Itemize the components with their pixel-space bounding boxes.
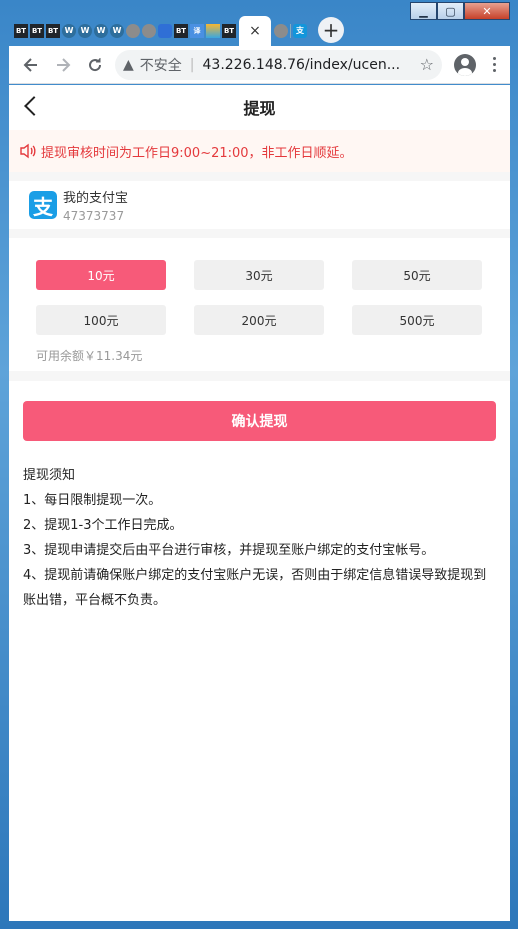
rules-heading: 提现须知 <box>23 468 76 483</box>
speaker-icon <box>20 143 36 159</box>
security-label: 不安全 <box>139 57 182 74</box>
wordpress-favicon-icon: W <box>94 24 108 38</box>
amount-option-100[interactable]: 100元 <box>36 305 166 335</box>
bt-favicon-icon: BT <box>174 24 188 38</box>
section-divider <box>9 229 510 238</box>
back-chevron-icon[interactable] <box>21 95 43 119</box>
tab[interactable]: BT <box>173 20 189 42</box>
close-tab-icon[interactable]: × <box>249 23 261 39</box>
translate-favicon-icon: 译 <box>190 24 204 38</box>
page-header: 提现 <box>9 85 510 129</box>
globe-favicon-icon <box>126 24 140 38</box>
bt-favicon-icon: BT <box>222 24 236 38</box>
tab[interactable] <box>273 20 289 42</box>
balance-label: 可用余额 <box>36 349 85 363</box>
page-viewport: 提现 提现审核时间为工作日9:00~21:00，非工作日顺延。 支 我的支付宝 … <box>9 85 510 921</box>
globe-favicon-icon <box>274 24 288 38</box>
tab[interactable] <box>141 20 157 42</box>
url-text[interactable]: 43.226.148.76/index/ucen... <box>203 57 414 73</box>
tab[interactable]: 译 <box>189 20 205 42</box>
baidu-paw-icon <box>158 24 172 38</box>
wordpress-favicon-icon: W <box>78 24 92 38</box>
profile-avatar-icon[interactable] <box>454 53 476 76</box>
withdraw-rules: 提现须知 1、每日限制提现一次。 2、提现1-3个工作日完成。 3、提现申请提交… <box>9 441 510 613</box>
tab[interactable] <box>205 20 221 42</box>
tab[interactable] <box>157 20 173 42</box>
tab[interactable]: BT <box>13 20 29 42</box>
stack-favicon-icon <box>206 24 220 38</box>
bt-favicon-icon: BT <box>14 24 28 38</box>
back-arrow-icon[interactable] <box>15 49 47 81</box>
notice-bar: 提现审核时间为工作日9:00~21:00，非工作日顺延。 <box>9 130 510 172</box>
tab[interactable]: BT <box>29 20 45 42</box>
new-tab-button[interactable]: + <box>318 17 344 43</box>
account-name: 我的支付宝 <box>63 191 129 206</box>
bookmark-star-icon[interactable]: ☆ <box>420 55 434 74</box>
amount-option-10[interactable]: 10元 <box>36 260 166 290</box>
bt-favicon-icon: BT <box>46 24 60 38</box>
section-divider <box>9 371 510 381</box>
active-tab[interactable]: × <box>239 16 271 46</box>
tab-strip: BT BT BT W W W W BT 译 BT × 支 + <box>13 14 510 46</box>
globe-favicon-icon <box>142 24 156 38</box>
menu-kebab-icon[interactable] <box>484 57 504 72</box>
amount-options: 10元 30元 50元 100元 200元 500元 可用余额￥11.34元 <box>9 238 510 369</box>
forward-arrow-icon[interactable] <box>47 49 79 81</box>
reload-icon[interactable] <box>79 49 111 81</box>
balance-value: ￥11.34元 <box>84 349 143 363</box>
tab[interactable] <box>125 20 141 42</box>
confirm-withdraw-button[interactable]: 确认提现 <box>23 401 496 441</box>
tab[interactable]: BT <box>221 20 237 42</box>
available-balance: 可用余额￥11.34元 <box>36 335 483 369</box>
omnibox-divider: | <box>189 56 195 73</box>
amount-option-50[interactable]: 50元 <box>352 260 482 290</box>
amount-option-30[interactable]: 30元 <box>194 260 324 290</box>
wordpress-favicon-icon: W <box>62 24 76 38</box>
wordpress-favicon-icon: W <box>110 24 124 38</box>
tab[interactable]: W <box>93 20 109 42</box>
account-number: 47373737 <box>63 209 125 223</box>
tab[interactable]: W <box>61 20 77 42</box>
amount-option-200[interactable]: 200元 <box>194 305 324 335</box>
alipay-logo-icon: 支 <box>29 191 57 219</box>
notice-text: 提现审核时间为工作日9:00~21:00，非工作日顺延。 <box>41 145 353 161</box>
tab-separator <box>290 24 291 38</box>
warning-triangle-icon[interactable]: ▲ <box>123 57 134 73</box>
tab[interactable]: W <box>109 20 125 42</box>
rule-item: 3、提现申请提交后由平台进行审核，并提现至账户绑定的支付宝帐号。 <box>23 543 435 558</box>
page-title: 提现 <box>243 99 276 118</box>
browser-toolbar: ▲ 不安全 | 43.226.148.76/index/ucen... ☆ <box>9 46 510 84</box>
alipay-favicon-icon: 支 <box>293 24 307 38</box>
rule-item: 1、每日限制提现一次。 <box>23 493 162 508</box>
amount-option-500[interactable]: 500元 <box>352 305 482 335</box>
rule-item: 2、提现1-3个工作日完成。 <box>23 518 183 533</box>
alipay-account[interactable]: 支 我的支付宝 47373737 <box>9 181 510 229</box>
tab[interactable]: 支 <box>292 20 308 42</box>
tab[interactable]: W <box>77 20 93 42</box>
tab[interactable]: BT <box>45 20 61 42</box>
bt-favicon-icon: BT <box>30 24 44 38</box>
section-divider <box>9 172 510 181</box>
address-bar[interactable]: ▲ 不安全 | 43.226.148.76/index/ucen... ☆ <box>115 49 442 80</box>
rule-item: 4、提现前请确保账户绑定的支付宝账户无误，否则由于绑定信息错误导致提现到账出错，… <box>23 568 487 608</box>
